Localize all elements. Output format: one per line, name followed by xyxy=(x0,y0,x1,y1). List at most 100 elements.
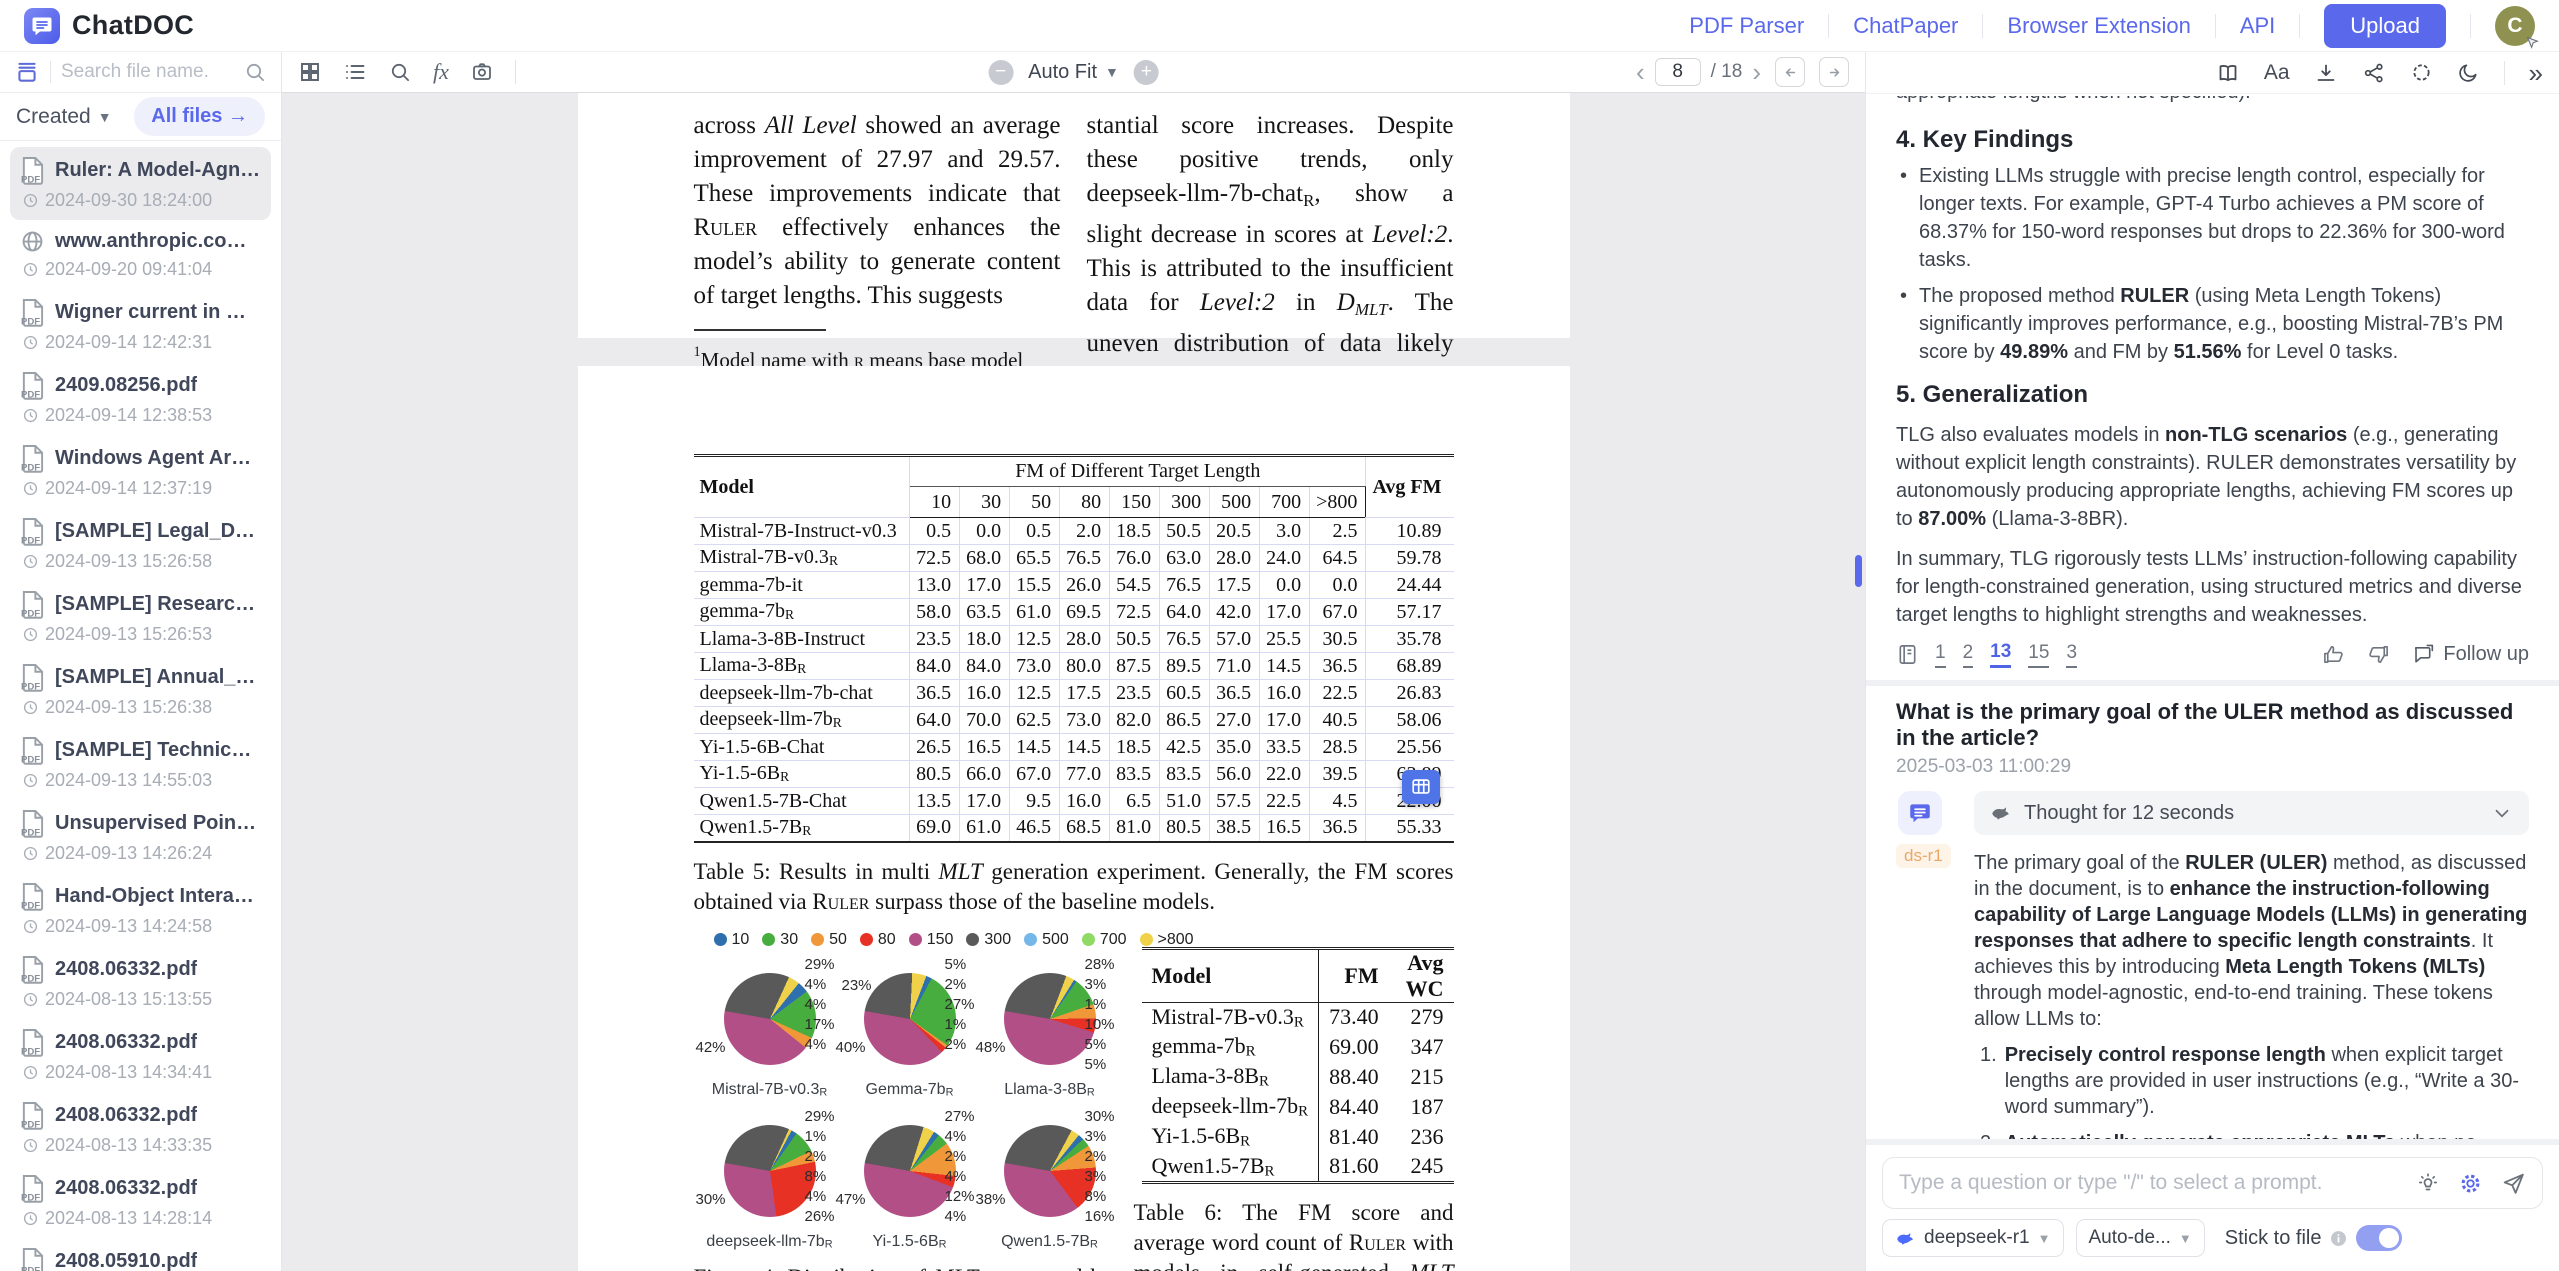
file-item-top: PDF2408.06332.pdf xyxy=(20,955,261,984)
nav-link-chatpaper[interactable]: ChatPaper xyxy=(1853,13,1958,39)
pie-title: Qwen1.5-7BR xyxy=(980,1233,1120,1251)
clock-icon xyxy=(23,408,38,423)
file-item[interactable]: PDF2409.08256.pdf2024-09-14 12:38:53 xyxy=(10,362,271,435)
file-item[interactable]: PDFRuler: A Model-Agnostic Meth...2024-0… xyxy=(10,147,271,220)
legend-dot xyxy=(909,933,922,946)
snapshot-icon[interactable] xyxy=(470,60,494,84)
question-input[interactable] xyxy=(1899,1171,2398,1195)
citation-page-chip[interactable]: 13 xyxy=(1990,641,2011,668)
file-item[interactable]: www.anthropic.com.html2024-09-20 09:41:0… xyxy=(10,220,271,289)
page-number-input[interactable] xyxy=(1655,58,1701,86)
file-item[interactable]: PDF2408.06332.pdf2024-08-13 14:34:41 xyxy=(10,1019,271,1092)
zoom-in-icon[interactable]: + xyxy=(1134,60,1159,85)
value-cell: 84.0 xyxy=(910,653,960,680)
citation-page-chip[interactable]: 2 xyxy=(1963,642,1974,668)
zoom-out-icon[interactable]: − xyxy=(988,60,1013,85)
table-annotation-button[interactable] xyxy=(1402,770,1440,804)
file-item[interactable]: PDFUnsupervised Point Cloud Re...2024-09… xyxy=(10,800,271,873)
clock-icon xyxy=(23,1065,38,1080)
book-icon[interactable] xyxy=(2216,61,2240,85)
value-cell: 86.5 xyxy=(1160,707,1210,734)
dark-mode-icon[interactable] xyxy=(2457,61,2480,84)
file-item[interactable]: PDF[SAMPLE] Technical_Manual....2024-09-… xyxy=(10,727,271,800)
idea-icon[interactable] xyxy=(2416,1171,2440,1195)
detect-select[interactable]: Auto-de... ▼ xyxy=(2076,1219,2205,1257)
all-files-button[interactable]: All files → xyxy=(134,97,265,136)
thought-toggle[interactable]: Thought for 12 seconds xyxy=(1974,791,2529,835)
clock-icon xyxy=(23,700,38,715)
pie-chart: 47%27%4%2%4%12%4%Yi-1.5-6BR xyxy=(840,1103,980,1255)
file-item[interactable]: PDFWigner current in multidimen...2024-0… xyxy=(10,289,271,362)
collapse-panel-icon[interactable]: » xyxy=(2529,60,2543,86)
formula-icon[interactable]: fx xyxy=(433,59,449,85)
file-item[interactable]: PDFWindows Agent Arena: Evalua...2024-09… xyxy=(10,435,271,508)
value-cell: 61.0 xyxy=(1010,599,1060,626)
file-item[interactable]: PDF2408.06332.pdf2024-08-13 14:28:14 xyxy=(10,1165,271,1238)
nav-link-api[interactable]: API xyxy=(2240,13,2275,39)
model-select[interactable]: deepseek-r1 ▼ xyxy=(1882,1219,2064,1257)
list-text: Automatically generate appropriate MLTs … xyxy=(2005,1130,2529,1139)
settings-icon[interactable] xyxy=(2458,1171,2483,1196)
citation-page-chip[interactable]: 3 xyxy=(2066,642,2077,668)
nav-link-pdf-parser[interactable]: PDF Parser xyxy=(1689,13,1804,39)
value-cell: 12.5 xyxy=(1010,680,1060,707)
file-item[interactable]: PDFHand-Object Interaction Pretr...2024-… xyxy=(10,873,271,946)
history-forward-icon[interactable] xyxy=(1819,57,1849,87)
stick-to-file-toggle[interactable] xyxy=(2356,1225,2402,1251)
clock-icon xyxy=(23,773,38,788)
next-page-icon[interactable]: › xyxy=(1752,59,1761,85)
thumbs-up-icon[interactable] xyxy=(2322,643,2345,666)
file-date: 2024-09-14 12:37:19 xyxy=(20,478,261,499)
legend-item: 80 xyxy=(860,931,896,949)
pdf-scrollbar-thumb[interactable] xyxy=(1855,555,1862,587)
sort-created-dropdown[interactable]: Created▼ xyxy=(16,105,112,129)
citation-page-chip[interactable]: 15 xyxy=(2028,642,2049,668)
file-item[interactable]: PDF[SAMPLE] Research_Paper.pdf2024-09-13… xyxy=(10,581,271,654)
archive-icon[interactable] xyxy=(14,59,40,85)
file-date: 2024-09-14 12:42:31 xyxy=(20,332,261,353)
avg-cell: 58.06 xyxy=(1366,707,1454,734)
value-cell: 81.60 xyxy=(1319,1152,1389,1182)
legend-label: 50 xyxy=(829,931,847,949)
value-cell: 18.5 xyxy=(1110,518,1160,545)
info-icon[interactable] xyxy=(2330,1230,2347,1247)
legend-item: 50 xyxy=(811,931,847,949)
prev-page-icon[interactable]: ‹ xyxy=(1636,59,1645,85)
search-document-icon[interactable] xyxy=(388,60,412,84)
value-cell: 72.5 xyxy=(1110,599,1160,626)
pie-labels: 28%3%1%10%5%5% xyxy=(1085,956,1122,1073)
outline-list-icon[interactable] xyxy=(343,60,367,84)
avatar[interactable]: C xyxy=(2495,6,2535,46)
search-icon[interactable] xyxy=(243,60,267,84)
openai-icon[interactable] xyxy=(2410,61,2433,84)
follow-up-button[interactable]: Follow up xyxy=(2412,643,2529,666)
file-item[interactable]: PDF2408.05910.pdf2024-08-13 14:26:51 xyxy=(10,1238,271,1271)
citation-page-chip[interactable]: 1 xyxy=(1935,642,1946,668)
file-date: 2024-09-30 18:24:00 xyxy=(20,190,261,211)
send-icon[interactable] xyxy=(2501,1171,2526,1196)
file-item[interactable]: PDF2408.06332.pdf2024-08-13 14:33:35 xyxy=(10,1092,271,1165)
file-date: 2024-08-13 14:28:14 xyxy=(20,1208,261,1229)
share-icon[interactable] xyxy=(2362,61,2386,85)
footnote-rule xyxy=(694,329,826,331)
thumbnails-icon[interactable] xyxy=(298,60,322,84)
file-item[interactable]: PDF[SAMPLE] Legal_Document.pdf2024-09-13… xyxy=(10,508,271,581)
value-cell: 2.0 xyxy=(1060,518,1110,545)
font-size-icon[interactable]: Aa xyxy=(2264,61,2290,85)
file-item[interactable]: PDF[SAMPLE] Annual_Report.pdf2024-09-13 … xyxy=(10,654,271,727)
table-row: Qwen1.5-7B-Chat13.517.09.516.06.551.057.… xyxy=(694,788,1454,815)
history-back-icon[interactable] xyxy=(1775,57,1805,87)
nav-link-browser-extension[interactable]: Browser Extension xyxy=(2007,13,2190,39)
upload-button[interactable]: Upload xyxy=(2324,4,2446,48)
file-item[interactable]: PDF2408.06332.pdf2024-08-13 15:13:55 xyxy=(10,946,271,1019)
zoom-mode-dropdown[interactable]: Auto Fit▼ xyxy=(1028,61,1119,84)
pdf-scroll-area[interactable]: across All Level showed an average impro… xyxy=(282,93,1865,1271)
legend-dot xyxy=(714,933,727,946)
search-input[interactable] xyxy=(61,61,233,83)
thumbs-down-icon[interactable] xyxy=(2367,643,2390,666)
sidebar-filter-row: Created▼ All files → xyxy=(0,93,281,141)
model-cell: Mistral-7B-Instruct-v0.3 xyxy=(694,518,910,545)
brand[interactable]: ChatDOC xyxy=(24,8,194,44)
stick-to-file: Stick to file xyxy=(2225,1225,2403,1251)
download-icon[interactable] xyxy=(2314,61,2338,85)
